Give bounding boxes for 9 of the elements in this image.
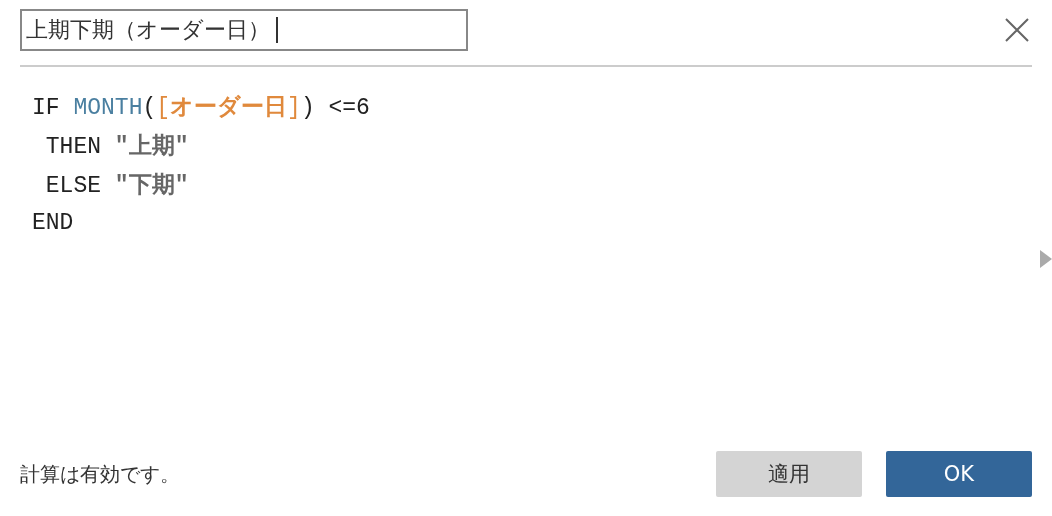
code-line: ELSE "下期" [44, 170, 190, 201]
code-line: IF MONTH([オーダー日]) <=6 [32, 92, 370, 123]
name-input-field[interactable]: 上期下期（オーダー日） [20, 9, 468, 51]
dialog-button[interactable]: OK [886, 451, 1032, 497]
dialog-button[interactable]: 適用 [716, 451, 862, 497]
code-line: THEN "上期" [44, 131, 190, 162]
status-text: 計算は有効です。 [20, 460, 180, 488]
close-icon[interactable] [1004, 17, 1030, 43]
code-line: END [32, 209, 75, 238]
